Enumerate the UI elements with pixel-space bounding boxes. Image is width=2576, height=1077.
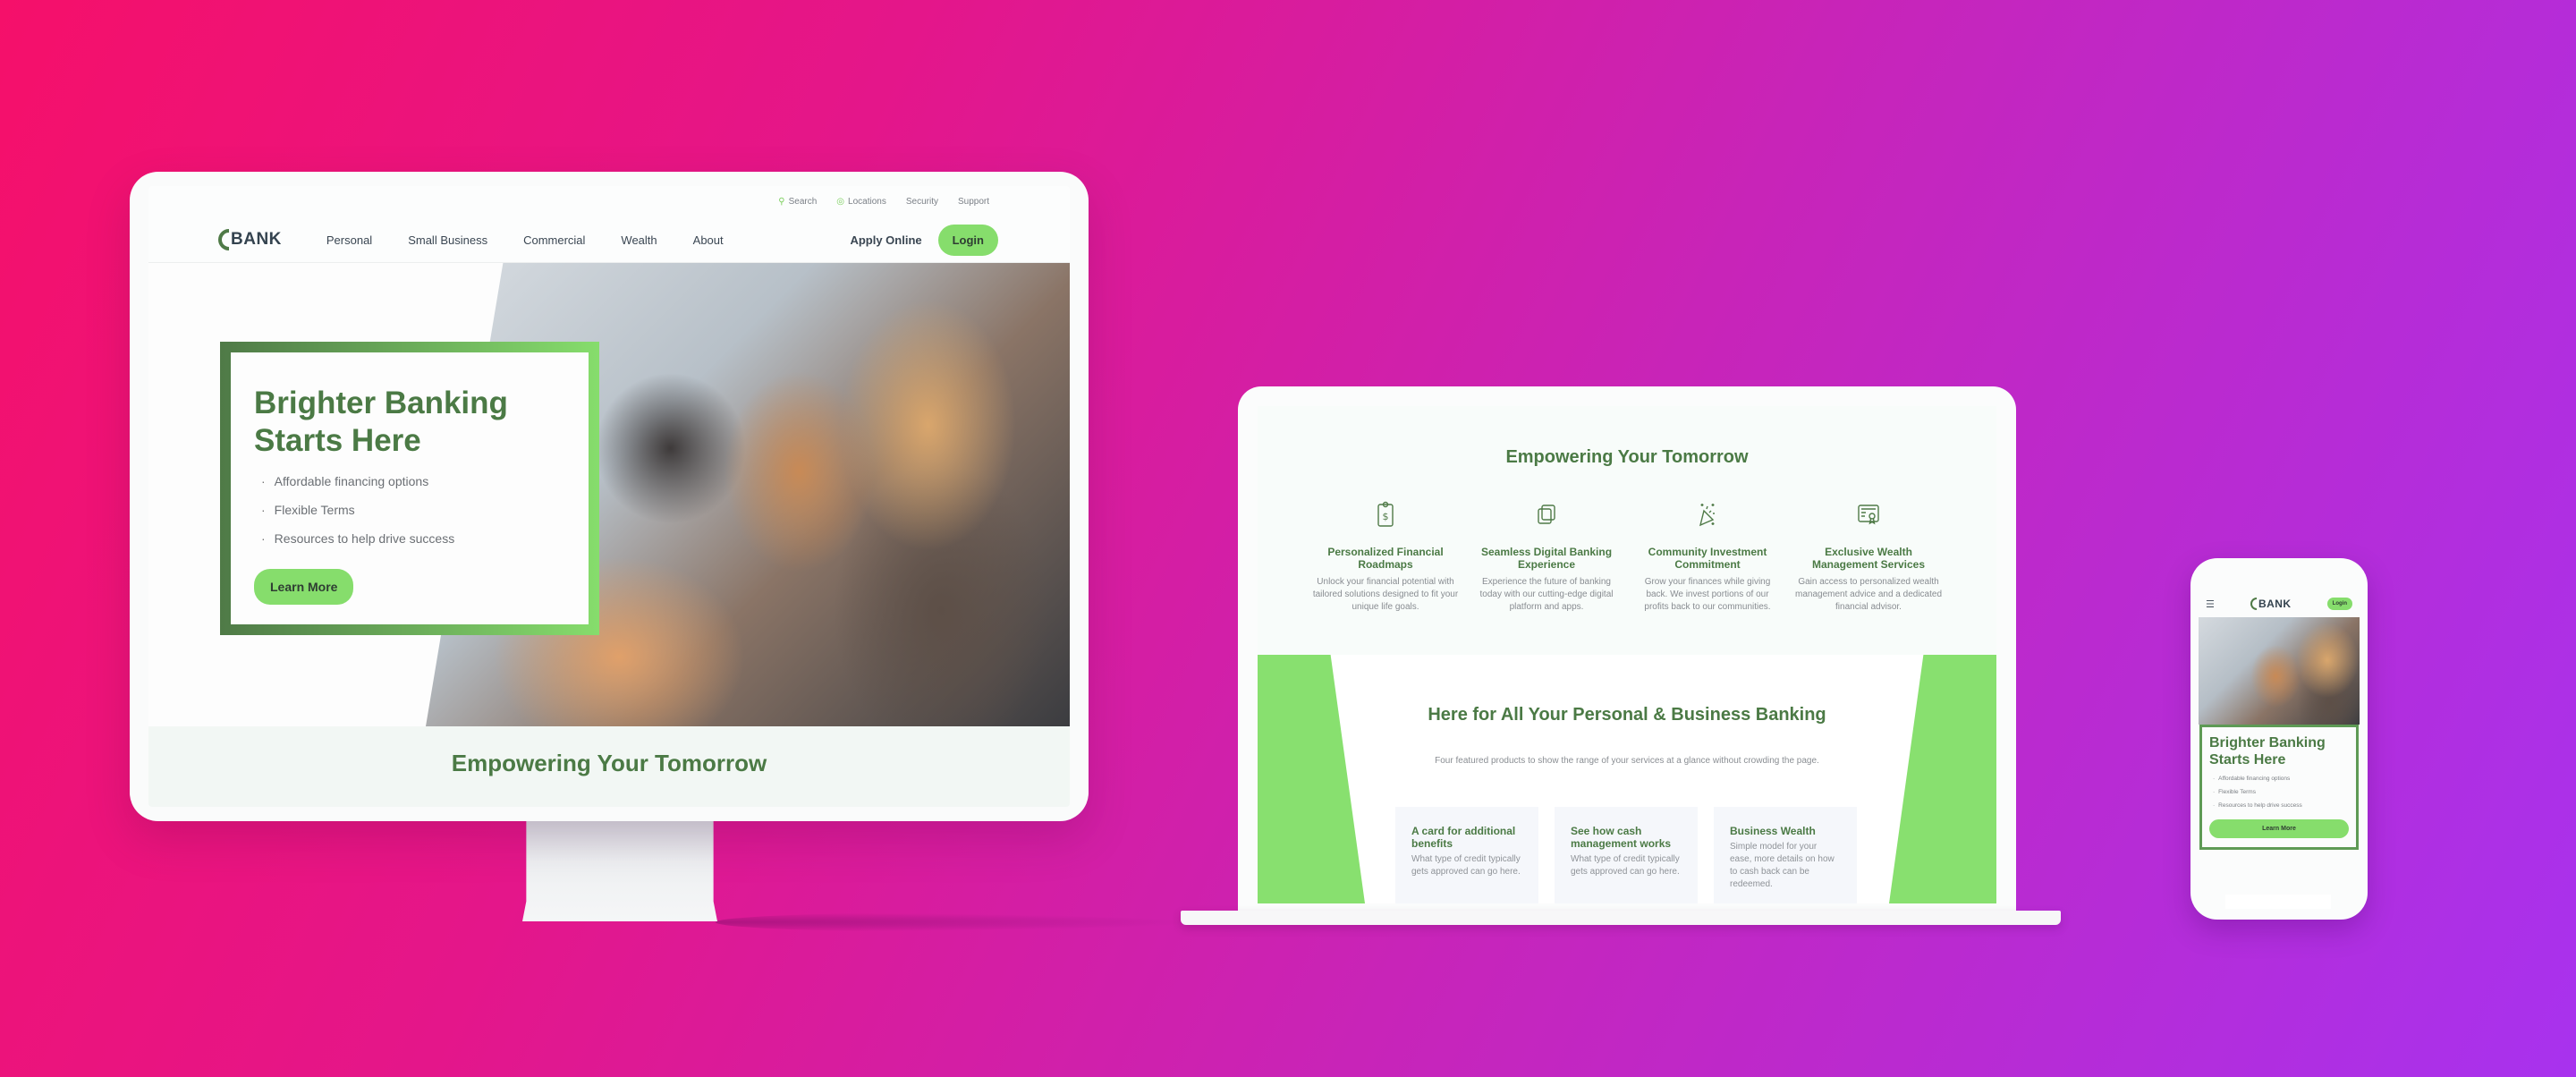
feature-item: $ Personalized Financial Roadmaps Unlock… [1312, 498, 1459, 614]
products-subtitle: Four featured products to show the range… [1435, 756, 1819, 766]
phone-screen: ☰ BANK Login Brighter Banking Starts Her… [2199, 590, 2360, 886]
crescent-logo-icon [2250, 598, 2257, 610]
laptop-base [1181, 911, 2061, 925]
feature-title: Personalized Financial Roadmaps [1327, 546, 1444, 571]
monitor-shadow [716, 912, 1199, 932]
empowering-section: Empowering Your Tomorrow [148, 726, 1070, 807]
hero-bullet: Flexible Terms [2213, 789, 2349, 795]
mobile-hero-card: Brighter Banking Starts Here Affordable … [2199, 725, 2359, 850]
feature-title: Seamless Digital Banking Experience [1480, 546, 1613, 571]
products-title: Here for All Your Personal & Business Ba… [1428, 705, 1826, 725]
mobile-learn-more-button[interactable]: Learn More [2209, 819, 2349, 838]
certificate-icon [1858, 505, 1879, 525]
feature-item: Seamless Digital Banking Experience Expe… [1473, 498, 1620, 614]
bank-logo[interactable]: BANK [2250, 598, 2292, 610]
hero-bullet: Affordable financing options [261, 474, 565, 488]
section-title: Empowering Your Tomorrow [451, 750, 767, 776]
svg-text:$: $ [1383, 511, 1389, 522]
mobile-hero-title: Brighter Banking Starts Here [2209, 735, 2326, 767]
hero-card: Brighter Banking Starts Here Affordable … [220, 342, 599, 635]
product-card[interactable]: A card for additional benefits What type… [1395, 807, 1538, 903]
laptop-screen: Empowering Your Tomorrow $ Personalized … [1258, 406, 1996, 903]
feature-text: Experience the future of banking today w… [1479, 577, 1614, 612]
hero-bullets: Affordable financing options Flexible Te… [254, 474, 565, 546]
product-card[interactable]: See how cash management works What type … [1555, 807, 1698, 903]
nav-actions: Apply Online Login [850, 224, 998, 256]
location-pin-icon: ◎ [836, 197, 845, 207]
feature-title: Community Investment Commitment [1648, 546, 1767, 571]
party-popper-icon [1699, 504, 1715, 527]
apply-online-link[interactable]: Apply Online [850, 233, 921, 247]
product-card[interactable]: Business Wealth Simple model for your ea… [1714, 807, 1857, 903]
product-title: Business Wealth [1730, 825, 1816, 837]
hero-bullet: Flexible Terms [261, 503, 565, 517]
feature-text: Grow your finances while giving back. We… [1644, 577, 1771, 612]
crescent-logo-icon [218, 229, 229, 250]
overlapping-squares-icon [1538, 505, 1555, 524]
green-wedge-left [1258, 655, 1365, 903]
hero-bullet: Resources to help drive success [2213, 802, 2349, 809]
features-title: Empowering Your Tomorrow [1505, 447, 1749, 467]
clipboard-dollar-icon: $ [1377, 501, 1394, 527]
products-section: Here for All Your Personal & Business Ba… [1258, 655, 1996, 903]
product-title: See how cash management works [1571, 825, 1672, 850]
learn-more-button[interactable]: Learn More [254, 569, 354, 605]
product-title: A card for additional benefits [1411, 825, 1516, 850]
utility-security-link[interactable]: Security [906, 197, 938, 207]
product-text: What type of credit typically gets appro… [1411, 854, 1521, 877]
search-icon: ⚲ [778, 197, 785, 207]
mobile-hero-bullets: Affordable financing options Flexible Te… [2209, 776, 2349, 809]
mobile-login-button[interactable]: Login [2326, 598, 2352, 610]
feature-item: Community Investment Commitment Grow you… [1634, 498, 1781, 614]
features-grid: $ Personalized Financial Roadmaps Unlock… [1258, 498, 1996, 614]
hero-bullet: Resources to help drive success [261, 531, 565, 546]
main-nav: BANK Personal Small Business Commercial … [218, 222, 998, 258]
hero-bullet: Affordable financing options [2213, 776, 2349, 782]
feature-title: Exclusive Wealth Management Services [1811, 546, 1926, 571]
login-button[interactable]: Login [937, 224, 998, 256]
nav-wealth[interactable]: Wealth [621, 233, 657, 247]
nav-small-business[interactable]: Small Business [408, 233, 487, 247]
mobile-hero-photo [2199, 617, 2360, 725]
nav-about[interactable]: About [693, 233, 724, 247]
feature-text: Gain access to personalized wealth manag… [1795, 577, 1943, 612]
green-wedge-right [1889, 655, 1996, 903]
product-text: Simple model for your ease, more details… [1730, 842, 1835, 889]
nav-commercial[interactable]: Commercial [523, 233, 585, 247]
utility-nav: ⚲ Search ◎ Locations Security Support [778, 197, 989, 207]
utility-support-link[interactable]: Support [958, 197, 989, 207]
nav-personal[interactable]: Personal [326, 233, 372, 247]
utility-locations-link[interactable]: ◎ Locations [836, 197, 886, 207]
products-grid: A card for additional benefits What type… [1395, 807, 1857, 903]
hero-section: Brighter Banking Starts Here Affordable … [148, 263, 1070, 726]
nav-links: Personal Small Business Commercial Wealt… [326, 233, 724, 247]
feature-item: Exclusive Wealth Management Services Gai… [1795, 498, 1942, 614]
hamburger-icon[interactable]: ☰ [2206, 598, 2215, 610]
phone-bottom-block [2225, 895, 2331, 909]
features-section: Empowering Your Tomorrow $ Personalized … [1258, 406, 1996, 614]
utility-search-link[interactable]: ⚲ Search [778, 197, 817, 207]
product-text: What type of credit typically gets appro… [1571, 854, 1680, 877]
bank-logo[interactable]: BANK [218, 229, 282, 250]
feature-text: Unlock your financial potential with tai… [1312, 577, 1459, 612]
hero-title: Brighter Banking Starts Here [254, 386, 508, 458]
monitor-stand [522, 821, 717, 921]
mobile-nav: ☰ BANK Login [2199, 590, 2360, 617]
desktop-screen: ⚲ Search ◎ Locations Security Support BANK… [148, 186, 1070, 807]
